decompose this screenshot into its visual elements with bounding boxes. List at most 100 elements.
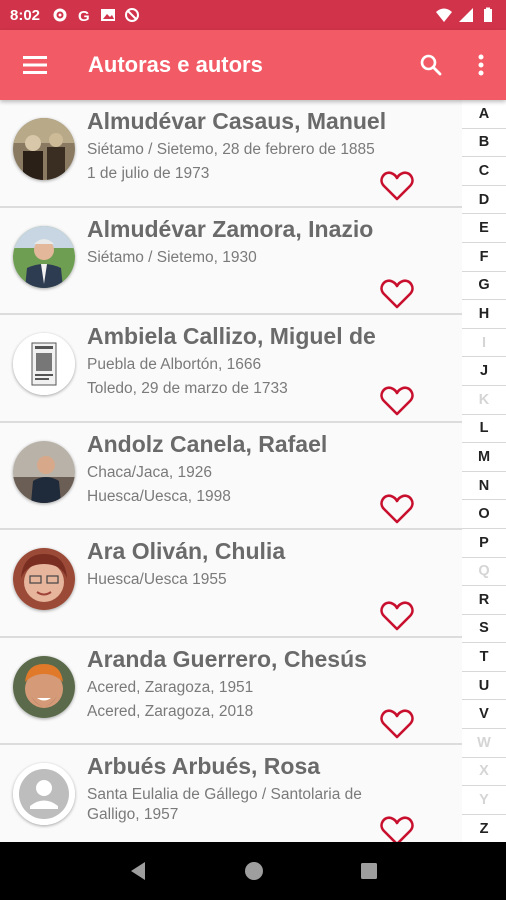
- favorite-heart-icon[interactable]: [380, 600, 414, 632]
- list-item[interactable]: Almudévar Zamora, Inazio Siétamo / Siete…: [0, 208, 462, 315]
- index-letter-m[interactable]: M: [462, 443, 506, 472]
- favorite-heart-icon[interactable]: [380, 278, 414, 310]
- index-letter-u[interactable]: U: [462, 672, 506, 701]
- death-info: Huesca/Uesca, 1998: [87, 487, 231, 505]
- birth-info: Acered, Zaragoza, 1951: [87, 678, 254, 696]
- system-icons: [436, 7, 496, 23]
- author-info: Santa Eulalia de Gállego / Santolaria de…: [87, 785, 377, 829]
- author-name: Almudévar Casaus, Manuel: [87, 108, 387, 134]
- screen: 8:02 G Autoras e autors Almudévar Casaus…: [0, 0, 506, 900]
- home-button-icon[interactable]: [244, 861, 264, 881]
- avatar: [13, 548, 75, 610]
- death-info: 1 de julio de 1973: [87, 165, 210, 182]
- index-letter-x: X: [462, 758, 506, 787]
- author-info: Acered, Zaragoza, 1951 Acered, Zaragoza,…: [87, 678, 377, 722]
- birth-info: Siétamo / Sietemo, 1930: [87, 248, 257, 266]
- index-letter-a[interactable]: A: [462, 100, 506, 129]
- index-letter-f[interactable]: F: [462, 243, 506, 272]
- index-letter-y: Y: [462, 786, 506, 815]
- death-info: Acered, Zaragoza, 2018: [87, 702, 254, 720]
- more-vert-icon: [478, 54, 484, 76]
- search-icon: [420, 54, 442, 76]
- index-letter-i: I: [462, 329, 506, 358]
- index-letter-k: K: [462, 386, 506, 415]
- app-bar: Autoras e autors: [0, 30, 506, 100]
- navigation-bar: [0, 842, 506, 900]
- index-letter-w: W: [462, 729, 506, 758]
- index-letter-q: Q: [462, 558, 506, 587]
- author-info: Siétamo / Sietemo, 28 de febrero de 1885…: [87, 140, 377, 184]
- index-letter-t[interactable]: T: [462, 643, 506, 672]
- hamburger-menu-icon: [23, 56, 47, 74]
- index-letter-e[interactable]: E: [462, 214, 506, 243]
- index-letter-r[interactable]: R: [462, 586, 506, 615]
- favorite-heart-icon[interactable]: [380, 708, 414, 740]
- list-item[interactable]: Arbués Arbués, Rosa Santa Eulalia de Gál…: [0, 745, 462, 842]
- menu-button[interactable]: [0, 30, 70, 100]
- list-item[interactable]: Ara Oliván, Chulia Huesca/Uesca 1955: [0, 530, 462, 638]
- recents-button-icon[interactable]: [360, 862, 378, 880]
- avatar: [13, 655, 75, 718]
- index-letter-h[interactable]: H: [462, 300, 506, 329]
- index-letter-c[interactable]: C: [462, 157, 506, 186]
- index-letter-v[interactable]: V: [462, 700, 506, 730]
- favorite-heart-icon[interactable]: [380, 170, 414, 202]
- image-icon: [101, 9, 116, 21]
- svg-text:G: G: [78, 8, 90, 23]
- birth-info: Siétamo / Sietemo, 28 de febrero de 1885: [87, 141, 375, 158]
- birth-info: Puebla de Albortón, 1666: [87, 356, 262, 373]
- app-bar-actions: [406, 30, 506, 100]
- index-letter-n[interactable]: N: [462, 472, 506, 501]
- author-name: Andolz Canela, Rafael: [87, 430, 328, 457]
- google-icon: G: [78, 8, 90, 23]
- index-letter-d[interactable]: D: [462, 186, 506, 215]
- avatar: [13, 118, 75, 180]
- notification-icons: G: [52, 7, 140, 23]
- index-letter-l[interactable]: L: [462, 415, 506, 444]
- author-info: Huesca/Uesca 1955: [87, 570, 377, 594]
- alphabet-index[interactable]: A B C D E F G H I J K L M N O P Q R S T …: [462, 100, 506, 844]
- list-item[interactable]: Andolz Canela, Rafael Chaca/Jaca, 1926 H…: [0, 423, 462, 530]
- avatar: [13, 225, 75, 288]
- favorite-heart-icon[interactable]: [380, 385, 414, 417]
- list-item[interactable]: Ambiela Callizo, Miguel de Puebla de Alb…: [0, 315, 462, 423]
- author-info: Siétamo / Sietemo, 1930: [87, 248, 377, 272]
- status-time: 8:02: [10, 6, 41, 24]
- avatar: [13, 440, 75, 503]
- signal-icon: [459, 8, 473, 22]
- author-name: Aranda Guerrero, Chesús: [87, 645, 367, 672]
- avatar-placeholder: [13, 763, 75, 825]
- author-name: Arbués Arbués, Rosa: [87, 753, 321, 779]
- list-item[interactable]: Aranda Guerrero, Chesús Acered, Zaragoza…: [0, 638, 462, 745]
- index-letter-j[interactable]: J: [462, 357, 506, 386]
- favorite-heart-icon[interactable]: [380, 493, 414, 525]
- index-letter-b[interactable]: B: [462, 129, 506, 158]
- author-name: Ambiela Callizo, Miguel de: [87, 323, 376, 349]
- author-info: Puebla de Albortón, 1666 Toledo, 29 de m…: [87, 355, 377, 399]
- back-button-icon[interactable]: [128, 860, 148, 882]
- index-letter-z[interactable]: Z: [462, 815, 506, 844]
- birth-info: Santa Eulalia de Gállego / Santolaria de…: [87, 786, 362, 823]
- favorite-heart-icon[interactable]: [380, 815, 414, 842]
- search-button[interactable]: [406, 30, 456, 100]
- author-name: Ara Oliván, Chulia: [87, 538, 286, 564]
- avatar: [13, 333, 75, 395]
- index-letter-o[interactable]: O: [462, 500, 506, 529]
- settings-icon: [53, 8, 67, 22]
- author-name: Almudévar Zamora, Inazio: [87, 215, 374, 242]
- index-letter-s[interactable]: S: [462, 615, 506, 644]
- index-letter-p[interactable]: P: [462, 529, 506, 558]
- page-title: Autoras e autors: [88, 52, 263, 77]
- index-letter-g[interactable]: G: [462, 272, 506, 301]
- status-bar: 8:02 G: [0, 0, 506, 30]
- wifi-icon: [436, 8, 452, 22]
- overflow-menu-button[interactable]: [456, 30, 506, 100]
- author-info: Chaca/Jaca, 1926 Huesca/Uesca, 1998: [87, 463, 377, 507]
- list-item[interactable]: Almudévar Casaus, Manuel Siétamo / Siete…: [0, 100, 462, 208]
- birth-info: Huesca/Uesca 1955: [87, 571, 227, 588]
- person-icon: [13, 763, 75, 825]
- death-info: Toledo, 29 de marzo de 1733: [87, 380, 288, 397]
- data-saver-icon: [125, 8, 140, 22]
- authors-list[interactable]: Almudévar Casaus, Manuel Siétamo / Siete…: [0, 100, 462, 842]
- birth-info: Chaca/Jaca, 1926: [87, 463, 212, 481]
